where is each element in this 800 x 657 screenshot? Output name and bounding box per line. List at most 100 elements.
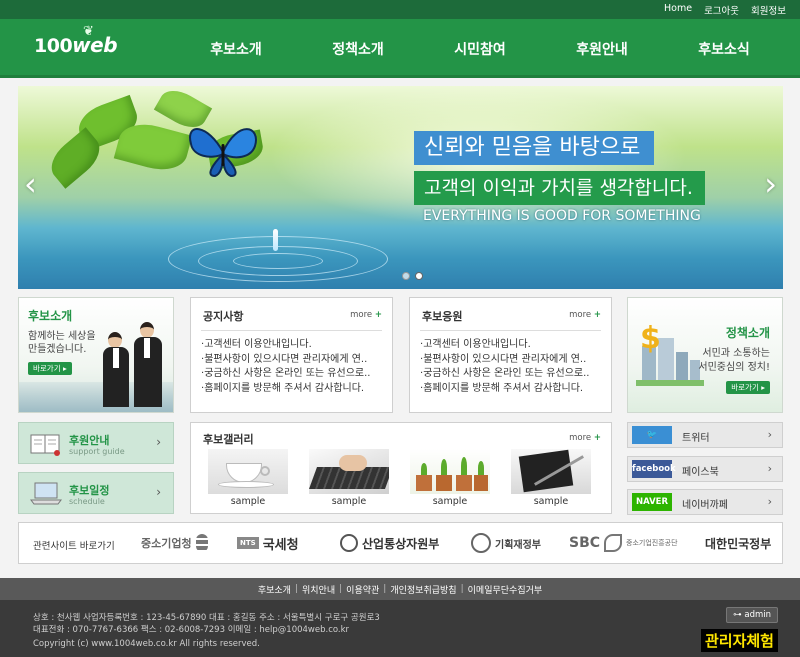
gallery-caption: sample (533, 496, 569, 507)
support-board-item[interactable]: ·불편사항이 있으시다면 관리자에게 연.. (420, 353, 589, 368)
chevron-right-icon: › (767, 428, 772, 441)
footer-link-candidate[interactable]: 후보소개 (258, 583, 291, 596)
gallery-caption: sample (331, 496, 367, 507)
banner-pagination (402, 272, 423, 280)
keyboard-thumbnail (309, 449, 389, 494)
gallery-title: 후보갤러리 (203, 433, 254, 446)
menu-candidate-news[interactable]: 후보소식 (663, 39, 785, 59)
support-board-item[interactable]: ·홈페이지를 방문해 주셔서 감사합니다. (420, 382, 589, 397)
gallery-caption: sample (432, 496, 468, 507)
main-navbar: 100 ❦ web 후보소개 정책소개 시민참여 후원안내 후보소식 (0, 19, 800, 78)
support-board-more-link[interactable]: more + (569, 310, 601, 320)
notice-title: 공지사항 (203, 310, 244, 323)
gallery-item[interactable]: sample (511, 449, 591, 507)
policy-line1: 서민과 소통하는 (702, 348, 770, 359)
logout-link[interactable]: 로그아웃 (704, 3, 739, 17)
related-sites-bar: 관련사이트 바로가기 중소기업청 NTS 국세청 산업통상자원부 기획재정부 S… (18, 522, 783, 564)
facebook-link[interactable]: facebook 페이스북 › (627, 456, 783, 482)
water-ripple (233, 253, 323, 269)
chevron-right-icon: › (156, 435, 161, 449)
motie-logo[interactable]: 산업통상자원부 (340, 531, 439, 555)
emblem-icon (340, 534, 358, 552)
chevron-right-icon: › (156, 485, 161, 499)
korea-gov-logo[interactable]: 대한민국정부 (705, 531, 771, 555)
nts-badge: NTS (237, 537, 259, 549)
book-icon (30, 434, 60, 456)
policy-promo-title: 정책소개 (725, 326, 770, 340)
sprout-pots-thumbnail (410, 449, 490, 494)
banner-next-arrow[interactable]: › (764, 168, 777, 200)
admin-experience-button[interactable]: 관리자체험 (700, 629, 778, 652)
top-links: Home 로그아웃 회원정보 (664, 3, 786, 17)
water-drop (273, 229, 278, 251)
gallery-more-link[interactable]: more + (569, 433, 601, 443)
plus-icon: + (593, 310, 601, 320)
stacked-icon (195, 534, 208, 552)
mosf-logo[interactable]: 기획재정부 (471, 531, 541, 555)
naver-cafe-label: 네이버까페 (682, 500, 728, 511)
banner-dot-active[interactable] (415, 272, 423, 280)
footer-link-location[interactable]: 위치안내 (302, 583, 335, 596)
admin-login-button[interactable]: ⊶ admin (726, 607, 778, 623)
logo-wing-icon: ❦ (83, 24, 94, 39)
donation-guide-button[interactable]: 후원안내 support guide › (18, 422, 174, 464)
schedule-title: 후보일정 (69, 484, 110, 497)
support-board-panel: 후보응원 more + ·고객센터 이용안내입니다. ·불편사항이 있으시다면 … (409, 297, 612, 413)
notice-item[interactable]: ·고객센터 이용안내입니다. (201, 338, 370, 353)
candidate-promo-go-button[interactable]: 바로가기 ▸ (28, 362, 72, 375)
member-info-link[interactable]: 회원정보 (751, 3, 786, 17)
gallery-item[interactable]: sample (410, 449, 490, 507)
svg-text:$: $ (640, 321, 661, 356)
gallery-item[interactable]: sample (309, 449, 389, 507)
notice-panel: 공지사항 more + ·고객센터 이용안내입니다. ·불편사항이 있으시다면 … (190, 297, 393, 413)
candidate-photo-woman (101, 332, 131, 412)
naver-cafe-link[interactable]: NAVER 네이버까페 › (627, 489, 783, 515)
city-dollar-icon: $ (636, 321, 704, 386)
notice-more-link[interactable]: more + (350, 310, 382, 320)
swirl-icon (604, 534, 623, 552)
main-menu: 후보소개 정책소개 시민참여 후원안내 후보소식 (175, 39, 785, 59)
logo-web: web (72, 33, 118, 57)
policy-promo-go-button[interactable]: 바로가기 ▸ (726, 381, 770, 394)
menu-donation-guide[interactable]: 후원안내 (541, 39, 663, 59)
menu-citizen-participation[interactable]: 시민참여 (419, 39, 541, 59)
facebook-icon: facebook (632, 460, 676, 478)
sbc-subtitle: 중소기업진흥공단 (626, 539, 678, 547)
gallery-more-label: more (569, 433, 592, 443)
policy-intro-promo[interactable]: $ 정책소개 서민과 소통하는 서민중심의 정치! 바로가기 ▸ (627, 297, 783, 413)
support-board-item[interactable]: ·고객센터 이용안내입니다. (420, 338, 589, 353)
site-logo[interactable]: 100 ❦ web (34, 24, 118, 57)
divider (201, 330, 382, 331)
banner-slogan-english: EVERYTHING IS GOOD FOR SOMETHING (423, 208, 701, 224)
facebook-label: 페이스북 (682, 467, 719, 478)
footer: 상호 : 천사웹 사업자등록번호 : 123-45-67890 대표 : 홍길동… (0, 600, 800, 657)
candidate-intro-promo[interactable]: 후보소개 함께하는 세상을 만들겠습니다. 바로가기 ▸ (18, 297, 174, 413)
notice-item[interactable]: ·불편사항이 있으시다면 관리자에게 연.. (201, 353, 370, 368)
plus-icon: + (593, 433, 601, 443)
footer-links-bar: 후보소개 | 위치안내 | 이용약관 | 개인정보취급방침 | 이메일무단수집거부 (0, 578, 800, 600)
footer-copyright: Copyright (c) www.1004web.co.kr All righ… (33, 639, 260, 649)
footer-link-privacy[interactable]: 개인정보취급방침 (390, 583, 456, 596)
gallery-item[interactable]: sample (208, 449, 288, 507)
policy-promo-subtitle: 서민과 소통하는 서민중심의 정치! (698, 347, 770, 375)
support-board-item[interactable]: ·궁금하신 사항은 온라인 또는 유선으로.. (420, 367, 589, 382)
footer-link-terms[interactable]: 이용약관 (346, 583, 379, 596)
sme-agency-logo[interactable]: 중소기업청 (141, 531, 208, 555)
home-link[interactable]: Home (664, 3, 692, 17)
menu-policy-intro[interactable]: 정책소개 (297, 39, 419, 59)
banner-prev-arrow[interactable]: ‹ (24, 168, 37, 200)
notice-item[interactable]: ·홈페이지를 방문해 주셔서 감사합니다. (201, 382, 370, 397)
sbc-logo[interactable]: SBC 중소기업진흥공단 (569, 531, 678, 555)
footer-link-no-email[interactable]: 이메일무단수집거부 (468, 583, 543, 596)
twitter-link[interactable]: 🐦 트위터 › (627, 422, 783, 448)
schedule-button[interactable]: 후보일정 schedule › (18, 472, 174, 514)
candidate-promo-title: 후보소개 (28, 309, 73, 323)
nts-logo[interactable]: NTS 국세청 (237, 531, 299, 555)
notice-item[interactable]: ·궁금하신 사항은 온라인 또는 유선으로.. (201, 367, 370, 382)
support-board-title: 후보응원 (422, 310, 463, 323)
policy-line2: 서민중심의 정치! (698, 362, 770, 373)
chevron-right-icon: › (767, 495, 772, 508)
twitter-label: 트위터 (682, 433, 710, 444)
menu-candidate-intro[interactable]: 후보소개 (175, 39, 297, 59)
banner-dot[interactable] (402, 272, 410, 280)
